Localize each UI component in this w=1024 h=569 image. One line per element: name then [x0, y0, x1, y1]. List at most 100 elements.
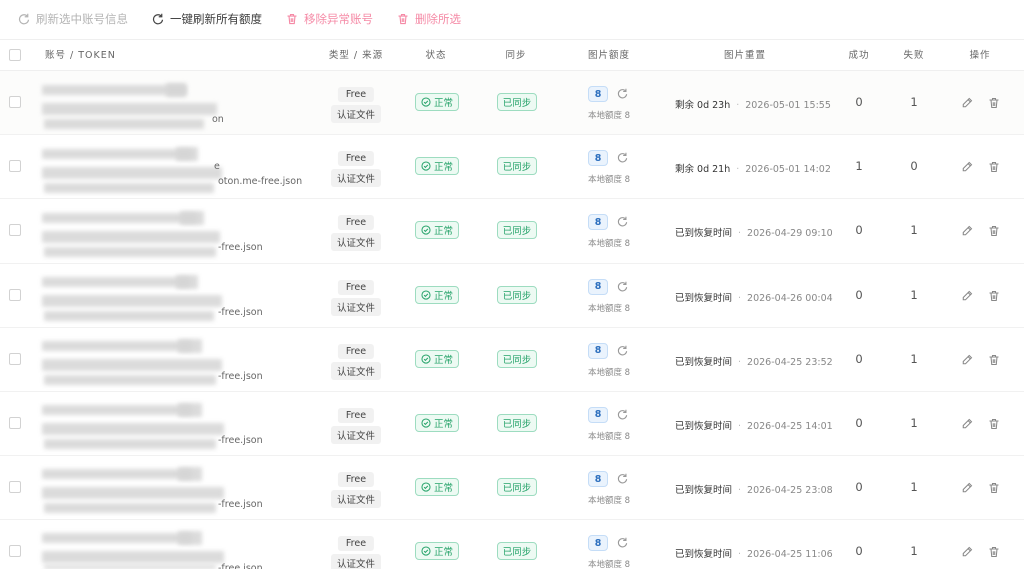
account-name-fragment: -free.json	[218, 499, 263, 511]
refresh-selected-label: 刷新选中账号信息	[36, 12, 128, 26]
header-status: 状态	[425, 50, 447, 61]
success-count: 0	[855, 351, 863, 366]
pencil-icon[interactable]	[961, 290, 973, 302]
redacted-text	[42, 276, 190, 287]
source-badge: 认证文件	[330, 425, 382, 444]
refresh-icon[interactable]	[617, 216, 628, 227]
refresh-icon[interactable]	[617, 409, 628, 420]
account-name-fragment: -free.json	[218, 563, 263, 569]
status-badge: 正常	[415, 542, 459, 561]
sync-badge: 已同步	[497, 285, 537, 304]
source-badge: 认证文件	[330, 554, 382, 569]
pencil-icon[interactable]	[961, 418, 973, 430]
sync-badge: 已同步	[497, 157, 537, 176]
redacted-text	[180, 210, 204, 225]
row-checkbox[interactable]	[9, 416, 21, 429]
trash-icon[interactable]	[988, 225, 1000, 237]
reset-datetime: 2026-05-01 14:02	[745, 164, 831, 176]
trash-icon[interactable]	[988, 97, 1000, 109]
table-row: -free.json Free 认证文件 正常 已同步 8 本地额度 8 已到恢…	[0, 392, 1024, 457]
row-checkbox[interactable]	[9, 96, 21, 108]
row-checkbox[interactable]	[9, 160, 21, 173]
table-header: 账号 / TOKEN 类型 / 来源 状态 同步 图片额度 图片重置 成功 失败…	[0, 39, 1024, 71]
delete-selected-button[interactable]: 删除所选	[397, 11, 461, 27]
pencil-icon[interactable]	[961, 97, 973, 109]
table-row: e oton.me-free.json Free 认证文件 正常 已同步 8 本…	[0, 135, 1024, 200]
reset-info: 已到恢复时间 · 2026-04-25 23:08	[675, 482, 833, 496]
header-sync: 同步	[505, 50, 527, 61]
pencil-icon[interactable]	[961, 546, 973, 558]
reset-datetime: 2026-04-26 00:04	[747, 292, 833, 304]
sync-badge: 已同步	[497, 478, 537, 497]
reset-datetime: 2026-04-25 23:52	[747, 356, 833, 368]
reset-datetime: 2026-05-01 15:55	[745, 100, 831, 111]
fail-count: 1	[910, 287, 918, 302]
redacted-text	[42, 166, 222, 179]
refresh-selected-button[interactable]: 刷新选中账号信息	[18, 11, 128, 27]
check-circle-icon	[421, 225, 431, 235]
success-count: 0	[855, 544, 863, 559]
status-text: 正常	[433, 98, 453, 109]
trash-icon[interactable]	[988, 290, 1000, 302]
status-badge: 正常	[415, 478, 459, 497]
redacted-text	[44, 182, 214, 193]
select-all-checkbox[interactable]	[9, 49, 21, 61]
local-quota-text: 本地额度 8	[587, 496, 631, 507]
row-checkbox[interactable]	[9, 481, 21, 494]
row-checkbox[interactable]	[9, 545, 21, 558]
table-body: on Free 认证文件 正常 已同步 8 本地额度 8 剩余 0d 23h · 2…	[0, 71, 1024, 569]
refresh-icon[interactable]	[617, 88, 628, 99]
pencil-icon[interactable]	[961, 161, 973, 173]
image-quota-badge: 8	[588, 150, 608, 167]
row-checkbox[interactable]	[9, 224, 21, 237]
row-checkbox[interactable]	[9, 352, 21, 365]
type-badge: Free	[337, 472, 375, 488]
refresh-icon[interactable]	[617, 152, 628, 163]
redacted-text	[44, 310, 214, 321]
pencil-icon[interactable]	[961, 482, 973, 494]
local-quota-text: 本地额度 8	[587, 111, 631, 121]
refresh-all-label: 一键刷新所有额度	[170, 12, 262, 26]
refresh-icon[interactable]	[617, 537, 628, 548]
sync-badge: 已同步	[497, 221, 537, 240]
reset-label: 已到恢复时间	[675, 228, 733, 240]
toolbar: 刷新选中账号信息 一键刷新所有额度 移除异常账号 删除所选	[0, 0, 1024, 38]
sync-badge: 已同步	[497, 349, 537, 368]
status-badge: 正常	[415, 221, 459, 240]
refresh-icon[interactable]	[617, 473, 628, 484]
trash-icon[interactable]	[988, 354, 1000, 366]
sync-badge: 已同步	[497, 542, 537, 561]
table-row: -free.json Free 认证文件 正常 已同步 8 本地额度 8 已到恢…	[0, 520, 1024, 569]
redacted-text	[166, 83, 186, 97]
trash-icon[interactable]	[988, 418, 1000, 430]
success-count: 0	[855, 480, 863, 495]
local-quota-text: 本地额度 8	[587, 175, 631, 186]
type-badge: Free	[337, 536, 375, 552]
type-badge: Free	[337, 215, 375, 231]
refresh-all-quota-button[interactable]: 一键刷新所有额度	[152, 11, 262, 27]
refresh-icon[interactable]	[617, 281, 628, 292]
refresh-icon[interactable]	[617, 345, 628, 356]
redacted-text	[44, 502, 216, 513]
redacted-text	[42, 148, 192, 159]
trash-icon[interactable]	[988, 161, 1000, 173]
header-type: 类型 / 来源	[328, 50, 384, 61]
reset-info: 已到恢复时间 · 2026-04-25 14:01	[675, 418, 833, 432]
pencil-icon[interactable]	[961, 225, 973, 237]
redacted-text	[42, 358, 222, 371]
status-text: 正常	[433, 547, 453, 559]
redacted-text	[44, 246, 216, 257]
pencil-icon[interactable]	[961, 354, 973, 366]
redacted-text	[178, 466, 202, 481]
type-badge: Free	[337, 343, 375, 359]
trash-icon[interactable]	[988, 546, 1000, 558]
status-badge: 正常	[415, 285, 459, 304]
account-name-fragment: on	[212, 114, 224, 125]
trash-icon[interactable]	[988, 482, 1000, 494]
image-quota-badge: 8	[588, 278, 608, 295]
account-name-fragment: oton.me-free.json	[218, 176, 303, 188]
separator: ·	[738, 485, 742, 497]
row-checkbox[interactable]	[9, 288, 21, 301]
remove-abnormal-button[interactable]: 移除异常账号	[286, 11, 373, 27]
check-circle-icon	[421, 290, 431, 300]
